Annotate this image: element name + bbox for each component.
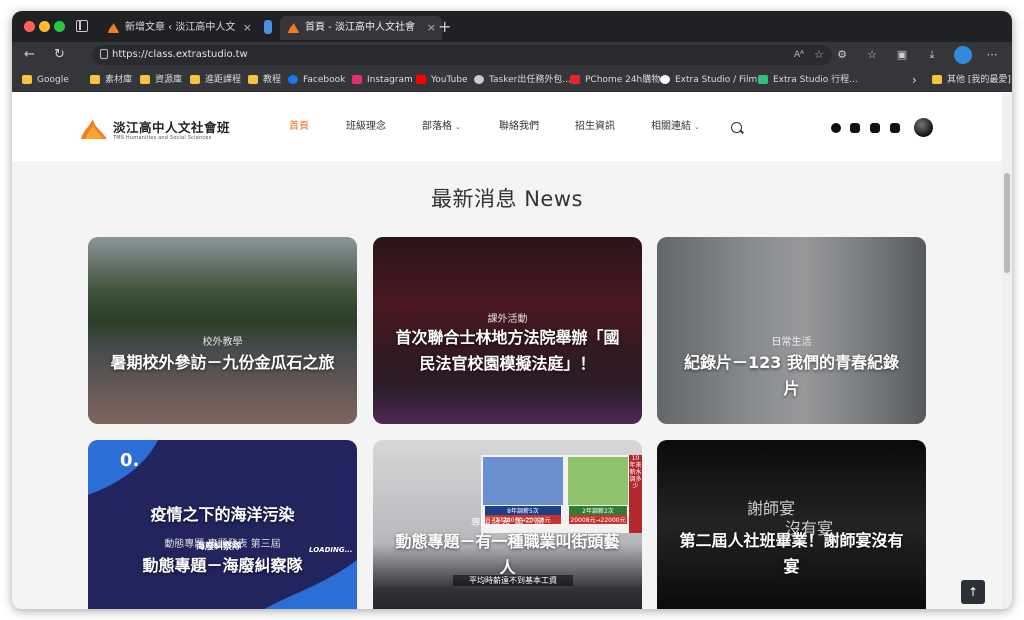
news-card-kyufen-trip[interactable]: 校外教學 暑期校外參訪－九份金瓜石之旅 bbox=[88, 237, 357, 424]
site-logo-icon bbox=[288, 23, 299, 33]
bookmarks-overflow-chevron-icon[interactable]: › bbox=[912, 68, 917, 92]
tasker-icon bbox=[474, 75, 484, 84]
extra-studio-icon bbox=[660, 75, 670, 84]
browser-window: 新增文章 ‹ 淡江高中人文社會班 × 首頁 - 淡江高中人文社會班 TMS × … bbox=[12, 11, 1012, 609]
discord-icon[interactable] bbox=[890, 123, 900, 133]
url-bar[interactable]: https://class.extrastudio.tw Aᴬ ☆ bbox=[92, 45, 832, 65]
news-card-street-artist[interactable]: 10年來薪水調多少 8年調薪5次 17280元→20008元 2年調薪2次 20… bbox=[373, 440, 642, 609]
close-window-button[interactable] bbox=[24, 21, 35, 32]
favorites-icon[interactable]: ☆ bbox=[864, 47, 880, 63]
site-header: 淡江高中人文社會班 TMS Humanities and Social Scie… bbox=[12, 93, 1002, 161]
nav-contact[interactable]: 聯絡我們 bbox=[499, 119, 539, 135]
lock-icon bbox=[100, 49, 108, 59]
tab-group-indicator[interactable] bbox=[264, 20, 272, 34]
favorite-star-icon[interactable]: ☆ bbox=[814, 45, 824, 65]
instagram-icon bbox=[352, 75, 362, 84]
search-icon[interactable] bbox=[731, 122, 742, 133]
tab-actions-icon[interactable] bbox=[76, 20, 88, 32]
news-card-title-top: 疫情之下的海洋污染 bbox=[150, 505, 295, 524]
profile-icon[interactable] bbox=[954, 46, 972, 64]
nav-blog[interactable]: 部落格 ⌄ bbox=[422, 119, 461, 135]
folder-icon bbox=[932, 75, 942, 84]
news-card-category: 專題發表 第三屆 bbox=[470, 518, 545, 529]
downloads-icon[interactable]: ⤓ bbox=[924, 47, 940, 63]
bookmarks-bar: Google 素材庫 資源庫 進距課程 教程 Facebook Instagra… bbox=[12, 68, 1012, 92]
folder-icon bbox=[22, 75, 32, 84]
new-tab-button[interactable]: + bbox=[438, 16, 451, 38]
browser-tab-2-active[interactable]: 首頁 - 淡江高中人文社會班 TMS × bbox=[280, 16, 442, 40]
folder-icon bbox=[140, 75, 150, 84]
news-card-graduation[interactable]: 謝師宴 沒有宴 第二屆人社班畢業！謝師宴沒有宴 bbox=[657, 440, 926, 609]
instagram-icon[interactable] bbox=[850, 123, 860, 133]
youtube-icon bbox=[416, 75, 426, 84]
nav-admissions[interactable]: 招生資訊 bbox=[575, 119, 615, 135]
extensions-icon[interactable]: ⚙ bbox=[834, 47, 850, 63]
chevron-down-icon: ⌄ bbox=[694, 123, 700, 131]
site-logo-subtitle: TMS Humanities and Social Sciences bbox=[113, 135, 212, 141]
browser-titlebar: 新增文章 ‹ 淡江高中人文社會班 × 首頁 - 淡江高中人文社會班 TMS × … bbox=[12, 11, 1012, 42]
youtube-icon[interactable] bbox=[870, 123, 880, 133]
page-scrollbar[interactable] bbox=[1002, 93, 1012, 609]
news-card-category: 日常生活 bbox=[771, 337, 812, 348]
reload-icon[interactable]: ↻ bbox=[54, 46, 65, 64]
tab-title: 首頁 - 淡江高中人文社會班 TMS bbox=[305, 22, 415, 33]
tab-title: 新增文章 ‹ 淡江高中人文社會班 bbox=[125, 22, 235, 33]
pchome-icon bbox=[570, 75, 580, 84]
site-logo-icon bbox=[108, 23, 119, 33]
nav-home[interactable]: 首頁 bbox=[289, 119, 309, 135]
close-tab-icon[interactable]: × bbox=[427, 16, 436, 40]
news-card-title: 動態專題－海廢糾察隊 bbox=[142, 556, 303, 575]
news-card-documentary[interactable]: 日常生活 紀錄片－123 我們的青春紀錄片 bbox=[657, 237, 926, 424]
news-card-title: 首次聯合士林地方法院舉辦「國民法官校園模擬法庭」！ bbox=[395, 328, 620, 373]
address-bar-row: ← ↻ https://class.extrastudio.tw Aᴬ ☆ ⚙ … bbox=[12, 42, 1012, 68]
maximize-window-button[interactable] bbox=[54, 21, 65, 32]
nav-related-links[interactable]: 相關連結 ⌄ bbox=[651, 119, 700, 135]
collections-icon[interactable]: ▣ bbox=[894, 47, 910, 63]
avatar[interactable] bbox=[914, 118, 933, 137]
scrollbar-thumb[interactable] bbox=[1004, 173, 1010, 273]
more-options-icon[interactable]: ⋯ bbox=[984, 47, 1000, 63]
read-aloud-icon[interactable]: Aᴬ bbox=[794, 45, 804, 65]
folder-icon bbox=[248, 75, 258, 84]
news-card-title: 動態專題－有一種職業叫街頭藝人 bbox=[395, 532, 620, 577]
news-card-category: 動態專題 專題發表 第三屆 bbox=[164, 539, 281, 550]
news-card-category: 校外教學 bbox=[202, 337, 243, 348]
url-text: https://class.extrastudio.tw bbox=[112, 49, 248, 60]
news-card-mock-trial[interactable]: 課外活動 首次聯合士林地方法院舉辦「國民法官校園模擬法庭」！ bbox=[373, 237, 642, 424]
facebook-icon bbox=[288, 75, 298, 84]
nav-class-philosophy[interactable]: 班級理念 bbox=[346, 119, 386, 135]
extra-studio-schedule-icon bbox=[758, 75, 768, 84]
news-card-title: 暑期校外參訪－九份金瓜石之旅 bbox=[110, 353, 335, 372]
folder-icon bbox=[190, 75, 200, 84]
site-logo-title[interactable]: 淡江高中人文社會班 bbox=[113, 117, 230, 136]
news-card-title: 紀錄片－123 我們的青春紀錄片 bbox=[684, 353, 899, 398]
news-card-title: 第二屆人社班畢業！謝師宴沒有宴 bbox=[679, 531, 904, 576]
chevron-down-icon: ⌄ bbox=[455, 123, 461, 131]
site-logo-icon[interactable] bbox=[81, 117, 107, 139]
facebook-icon[interactable] bbox=[831, 123, 841, 133]
web-page: 淡江高中人文社會班 TMS Humanities and Social Scie… bbox=[12, 93, 1012, 609]
back-to-top-button[interactable]: ↑ bbox=[961, 580, 985, 604]
minimize-window-button[interactable] bbox=[39, 21, 50, 32]
folder-icon bbox=[90, 75, 100, 84]
news-card-category: 課外活動 bbox=[487, 314, 528, 325]
news-card-ocean-patrol[interactable]: 0. LOADING... 海廢糾察隊 疫情之下的海洋污染 動態專題 專題發表 … bbox=[88, 440, 357, 609]
close-tab-icon[interactable]: × bbox=[243, 16, 252, 40]
browser-tab-1[interactable]: 新增文章 ‹ 淡江高中人文社會班 × bbox=[100, 16, 258, 40]
back-arrow-icon[interactable]: ← bbox=[24, 46, 35, 64]
image-text-number: 0. bbox=[120, 450, 140, 471]
news-section-title: 最新消息 News bbox=[431, 187, 583, 211]
